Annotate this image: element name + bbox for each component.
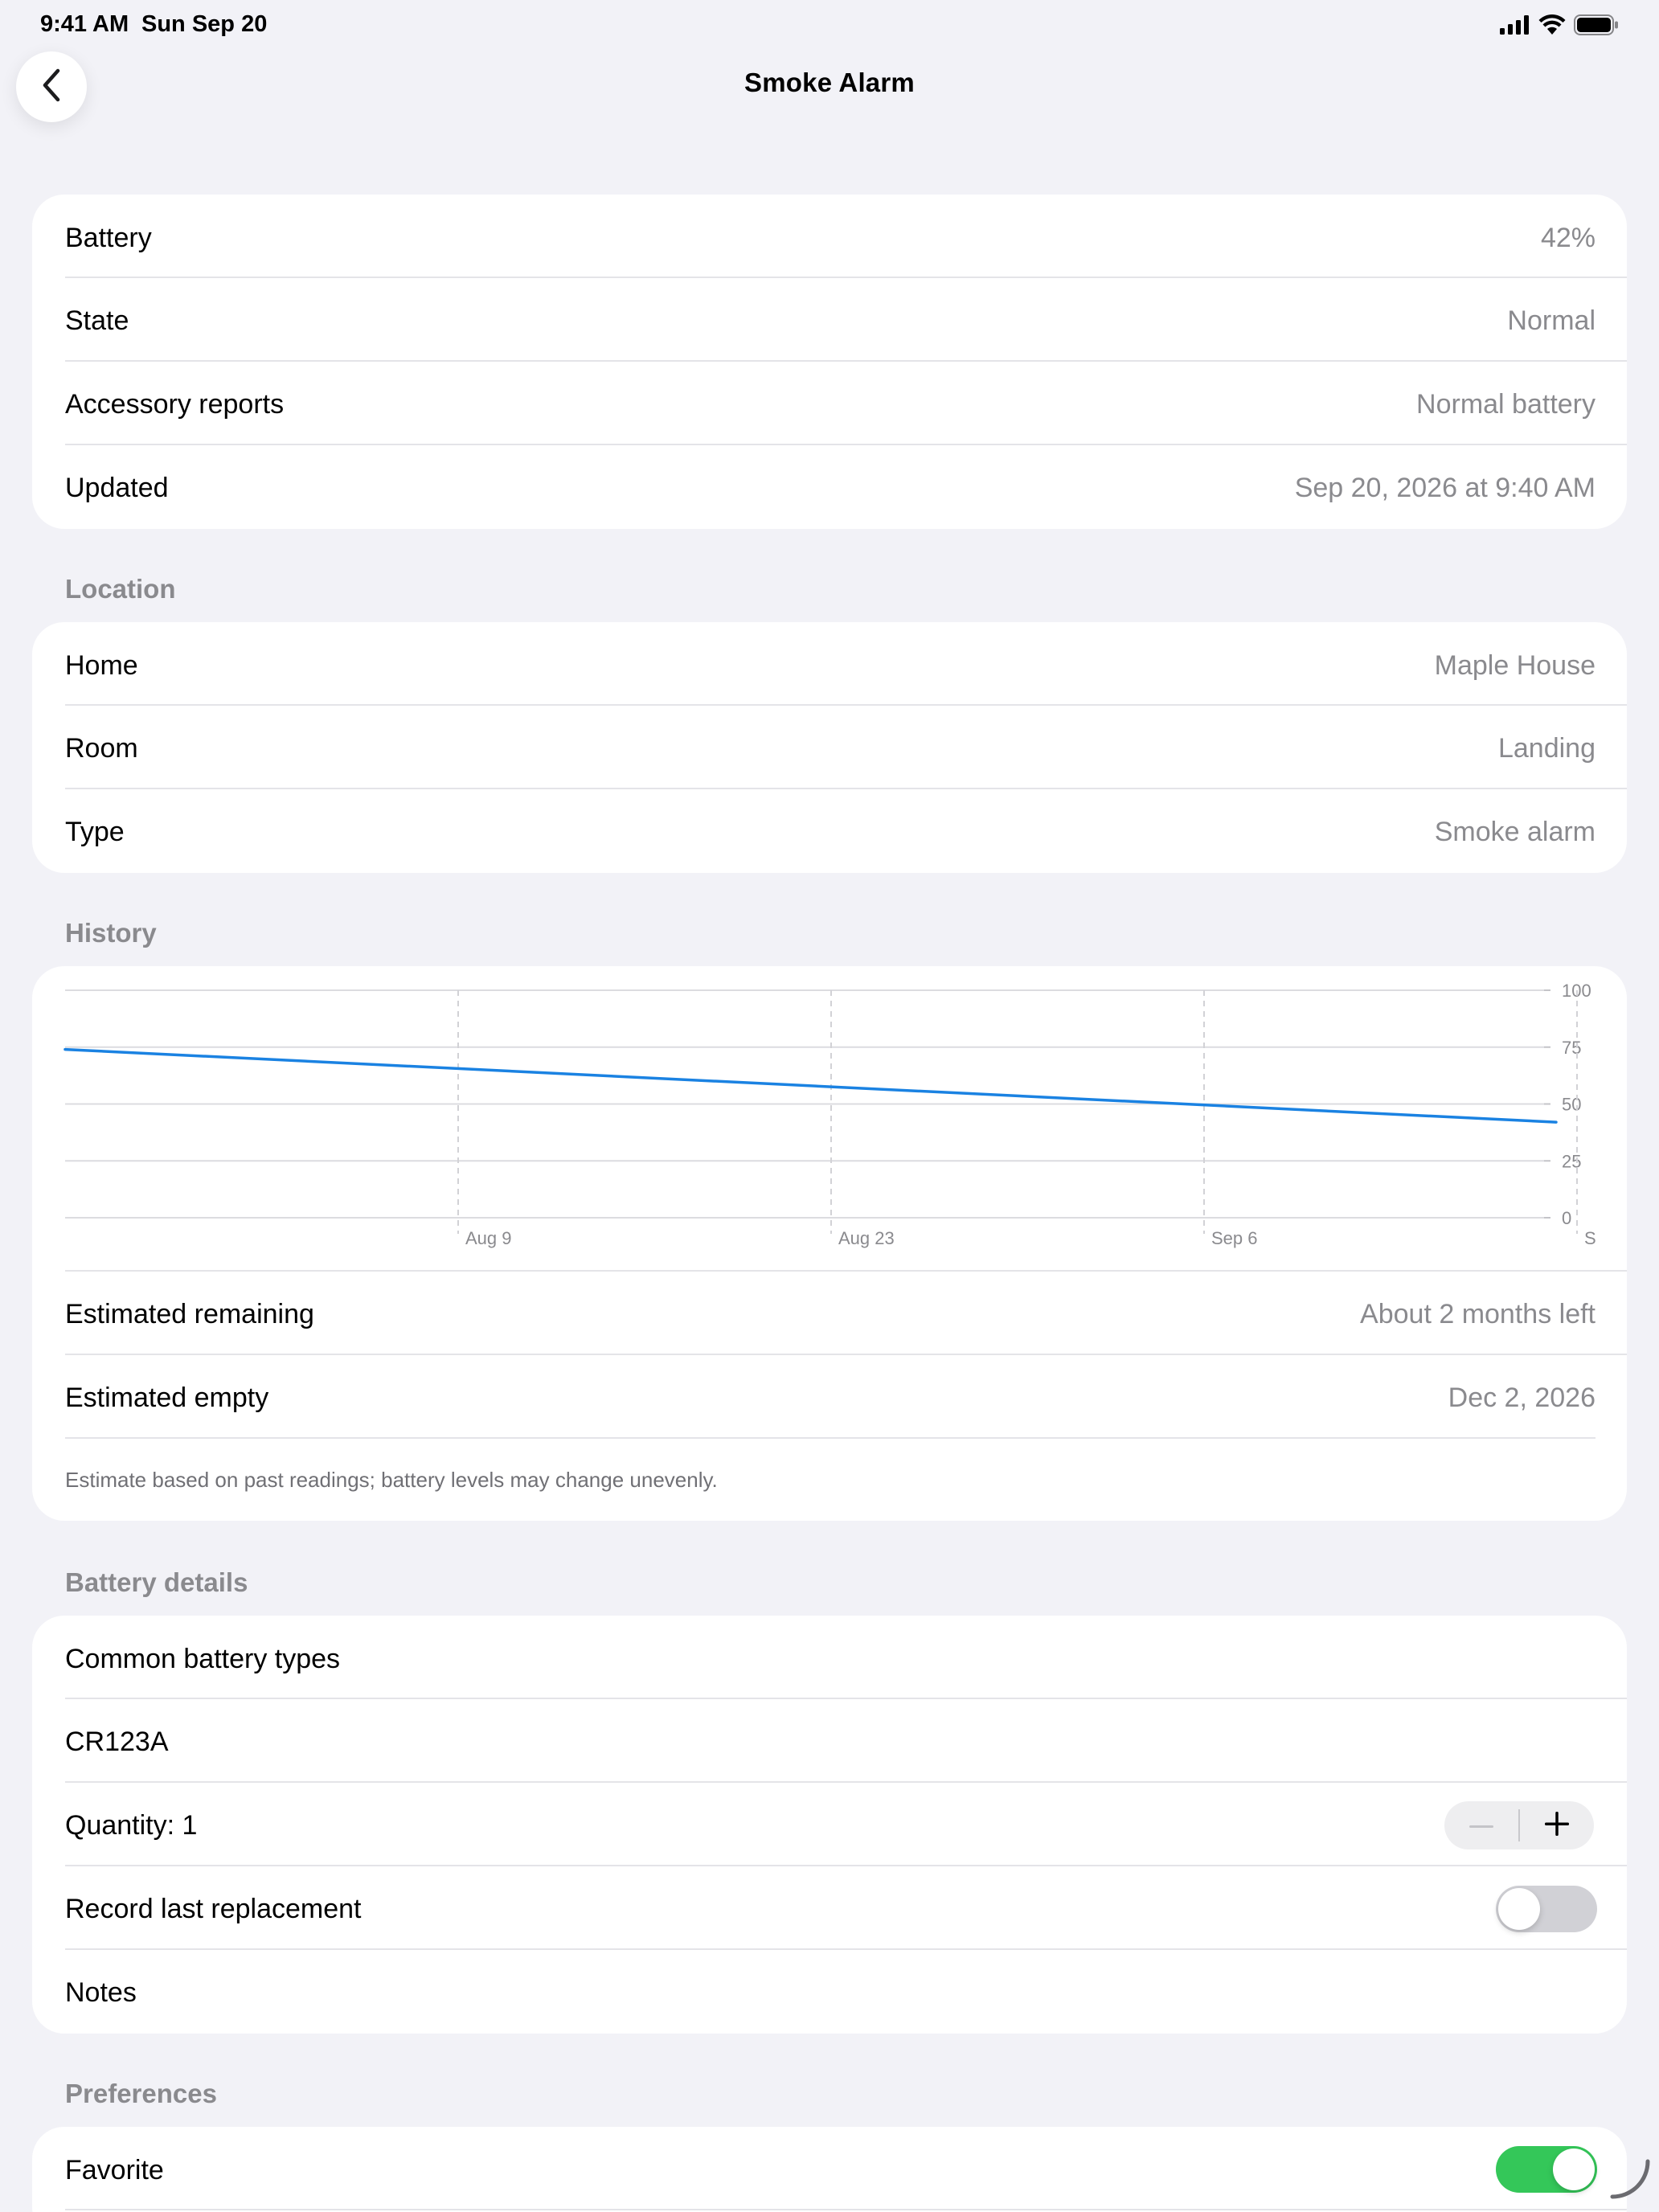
quantity-row: Quantity: 1 [65, 1784, 1596, 1867]
divider [65, 704, 1627, 706]
common-battery-types-link[interactable]: Common battery types [65, 1644, 340, 1675]
notes-field[interactable]: Notes [65, 1977, 137, 2009]
decrement-button[interactable] [1444, 1801, 1518, 1849]
estimate-footnote: Estimate based on past readings; battery… [65, 1468, 718, 1492]
cellular-signal-icon [1500, 15, 1530, 39]
state-label: State [65, 305, 129, 336]
history-group: 1007550250Aug 9Aug 23Sep 6S Estimated re… [32, 966, 1627, 1521]
divider [65, 1948, 1627, 1950]
home-label: Home [65, 650, 138, 681]
divider [65, 2209, 1627, 2210]
estimated-empty-value: Dec 2, 2026 [1448, 1382, 1596, 1413]
battery-type-row[interactable]: CR123A [65, 1701, 1596, 1784]
home-value: Maple House [1434, 650, 1596, 681]
updated-row: Updated Sep 20, 2026 at 9:40 AM [65, 447, 1596, 529]
y-tick-label: 75 [1562, 1038, 1581, 1058]
preferences-section-header: Preferences [65, 2079, 217, 2108]
x-tick-label: S [1584, 1228, 1596, 1248]
battery-history-chart: 1007550250Aug 9Aug 23Sep 6S [63, 981, 1596, 1248]
record-replacement-row: Record last replacement [65, 1868, 1596, 1951]
increment-button[interactable] [1520, 1801, 1594, 1849]
room-label: Room [65, 733, 138, 764]
record-replacement-toggle[interactable] [1496, 1886, 1597, 1932]
history-section-header: History [65, 918, 157, 948]
estimated-remaining-value: About 2 months left [1360, 1299, 1596, 1329]
minus-icon [1469, 1818, 1493, 1833]
x-tick-label: Aug 23 [838, 1228, 895, 1248]
state-value: Normal [1507, 305, 1596, 336]
resize-corner-indicator [1608, 2157, 1653, 2206]
status-icons [1500, 14, 1619, 39]
status-time: 9:41 AM [40, 11, 129, 37]
wifi-icon [1538, 14, 1566, 39]
battery-full-icon [1574, 14, 1619, 39]
divider [65, 360, 1627, 362]
battery-details-group: Common battery types CR123A Quantity: 1 [32, 1616, 1627, 2034]
battery-label: Battery [65, 223, 152, 253]
y-tick-label: 25 [1562, 1151, 1581, 1171]
record-replacement-label: Record last replacement [65, 1894, 362, 1924]
updated-label: Updated [65, 473, 169, 503]
divider [65, 1698, 1627, 1699]
status-bar: 9:41 AM Sun Sep 20 [0, 0, 1659, 51]
battery-type-field[interactable]: CR123A [65, 1727, 169, 1758]
preferences-group: Favorite [32, 2127, 1627, 2212]
battery-level-series-line [63, 1047, 1558, 1124]
y-tick-label: 0 [1562, 1208, 1571, 1228]
toggle-knob [1553, 2149, 1595, 2190]
battery-row: Battery 42% [65, 197, 1596, 280]
room-row: Room Landing [65, 707, 1596, 790]
divider [65, 788, 1627, 789]
quantity-label: Quantity: 1 [65, 1810, 198, 1841]
plus-icon [1545, 1811, 1569, 1840]
favorite-row: Favorite [65, 2129, 1596, 2212]
accessory-reports-label: Accessory reports [65, 389, 285, 420]
divider [65, 1354, 1627, 1355]
y-tick-label: 50 [1562, 1095, 1581, 1115]
updated-value: Sep 20, 2026 at 9:40 AM [1294, 473, 1596, 503]
common-battery-types-row[interactable]: Common battery types [65, 1618, 1596, 1701]
divider [65, 1781, 1627, 1783]
home-row: Home Maple House [65, 625, 1596, 707]
smoke-alarm-page: 9:41 AM Sun Sep 20 Smoke Alarm Battery 4… [0, 0, 1659, 2212]
battery-summary-group: Battery 42% State Normal Accessory repor… [32, 195, 1627, 529]
x-tick-label: Aug 9 [465, 1228, 512, 1248]
toggle-knob [1498, 1888, 1540, 1930]
type-label: Type [65, 817, 125, 847]
quantity-stepper[interactable] [1444, 1801, 1594, 1849]
notes-row[interactable]: Notes [65, 1952, 1596, 2034]
status-date: Sun Sep 20 [141, 11, 268, 37]
page-title: Smoke Alarm [744, 68, 915, 97]
divider [65, 444, 1627, 445]
divider [65, 1270, 1627, 1272]
type-row: Type Smoke alarm [65, 791, 1596, 873]
type-value: Smoke alarm [1434, 817, 1596, 847]
divider [65, 1865, 1627, 1866]
location-section-header: Location [65, 574, 176, 604]
state-row: State Normal [65, 280, 1596, 363]
room-value: Landing [1497, 733, 1596, 764]
favorite-label: Favorite [65, 2155, 164, 2185]
favorite-toggle[interactable] [1496, 2146, 1597, 2193]
x-tick-label: Sep 6 [1211, 1228, 1258, 1248]
battery-value: 42% [1540, 223, 1596, 253]
battery-details-section-header: Battery details [65, 1567, 248, 1597]
estimated-empty-row: Estimated empty Dec 2, 2026 [65, 1357, 1596, 1440]
estimated-remaining-row: Estimated remaining About 2 months left [65, 1273, 1596, 1356]
estimated-empty-label: Estimated empty [65, 1382, 269, 1413]
accessory-reports-row: Accessory reports Normal battery [65, 363, 1596, 446]
divider [65, 276, 1627, 278]
location-group: Home Maple House Room Landing Type Smoke… [32, 622, 1627, 873]
accessory-reports-value: Normal battery [1416, 389, 1596, 420]
estimated-remaining-label: Estimated remaining [65, 1299, 314, 1329]
divider [65, 1437, 1596, 1439]
